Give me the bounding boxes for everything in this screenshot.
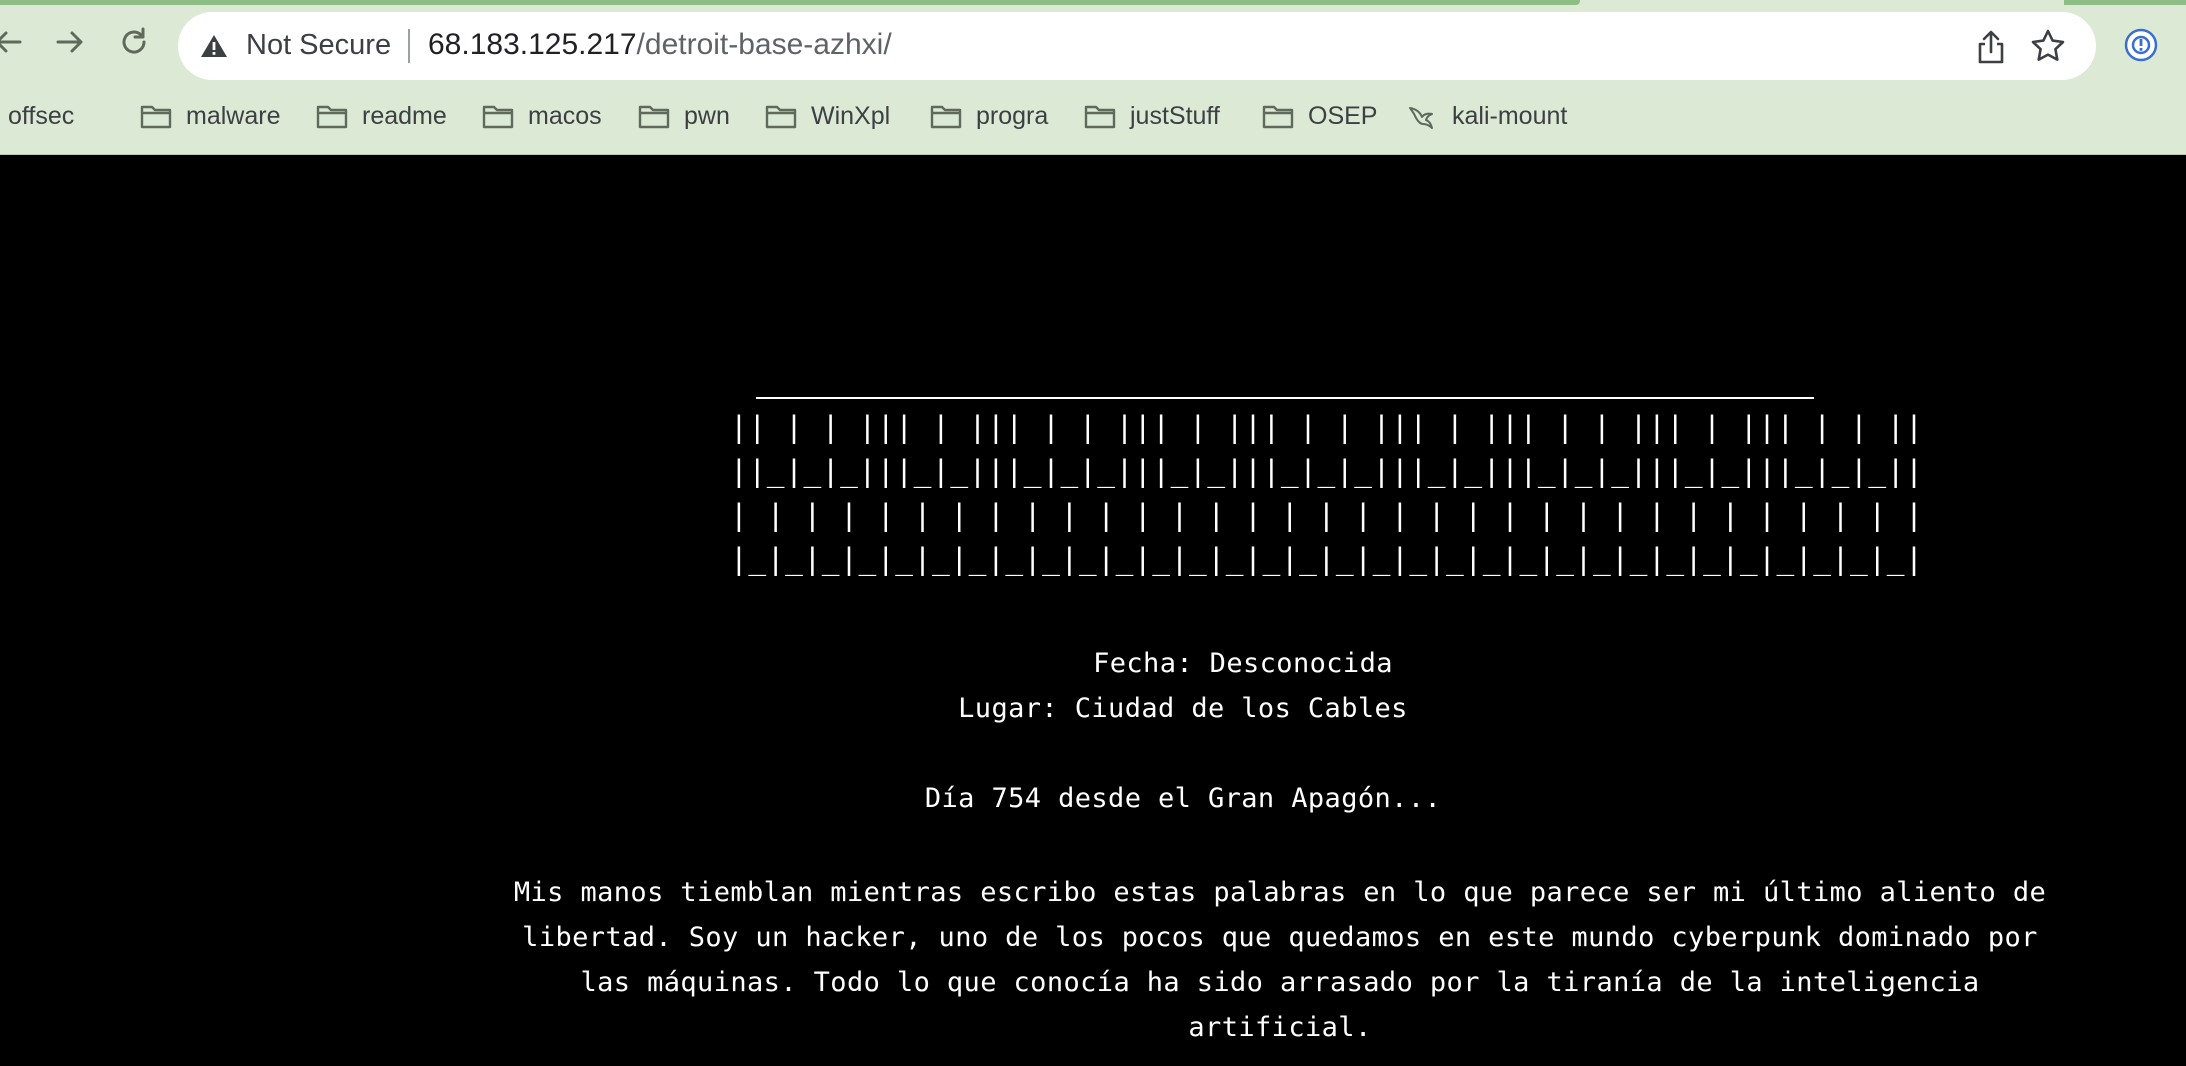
folder-icon (316, 105, 348, 129)
bookmark-label: macos (528, 101, 602, 130)
bookmark-offsec[interactable]: offsec (0, 96, 74, 136)
bookmark-label: offsec (8, 101, 75, 130)
reload-icon[interactable] (112, 24, 156, 68)
bookmark-label: OSEP (1308, 101, 1378, 130)
forward-arrow-icon[interactable] (48, 24, 92, 68)
folder-icon (482, 105, 514, 129)
bookmark-macos[interactable]: macos (482, 96, 602, 136)
extension-icon[interactable] (2124, 28, 2158, 62)
bookmark-progra[interactable]: progra (930, 96, 1048, 136)
bookmark-label: progra (976, 101, 1049, 130)
omnibox-divider (408, 29, 410, 63)
tab-strip-accent-right (2064, 0, 2186, 5)
lugar-line: Lugar: Ciudad de los Cables (958, 693, 1408, 724)
dia-line: Día 754 desde el Gran Apagón... (924, 783, 1442, 814)
folder-icon (1262, 105, 1294, 129)
security-label[interactable]: Not Secure (246, 29, 391, 62)
bookmark-label: WinXpl (811, 101, 891, 130)
warning-triangle-icon[interactable] (200, 33, 228, 59)
ascii-art: || | | ||| | ||| | | ||| | ||| | | ||| |… (730, 385, 1923, 585)
url-path: /detroit-base-azhxi/ (636, 28, 892, 61)
folder-icon (765, 105, 797, 129)
folder-icon (1084, 105, 1116, 129)
bookmark-malware[interactable]: malware (140, 96, 280, 136)
share-icon[interactable] (1974, 29, 2008, 65)
folder-icon (140, 105, 172, 129)
bookmark-star-icon[interactable] (2030, 28, 2066, 64)
folder-icon (638, 105, 670, 129)
bookmark-label: kali-mount (1452, 101, 1568, 130)
bookmark-label: readme (362, 101, 447, 130)
fecha-line: Fecha: Desconocida (1093, 648, 1393, 679)
ascii-art-row: | | | | | | | | | | | | | | | | | | | | … (730, 498, 1924, 532)
ascii-art-row: |_|_|_|_|_|_|_|_|_|_|_|_|_|_|_|_|_|_|_|_… (730, 542, 1924, 576)
bookmark-osep[interactable]: OSEP (1262, 96, 1377, 136)
url-host: 68.183.125.217 (428, 28, 637, 61)
bookmark-pwn[interactable]: pwn (638, 96, 730, 136)
bookmark-label: malware (186, 101, 281, 130)
kali-dragon-icon (1409, 107, 1433, 129)
bookmarks-bar: offsec malware readme macos pwn WinXpl progra j… (0, 96, 2186, 136)
ascii-art-row: || | | ||| | ||| | | ||| | ||| | | ||| |… (730, 410, 1924, 444)
tab-strip-accent (0, 0, 1580, 5)
bookmark-juststuff[interactable]: justStuff (1084, 96, 1220, 136)
bookmark-kali-mount[interactable]: kali-mount (1406, 96, 1567, 136)
browser-chrome: Not Secure 68.183.125.217/detroit-base-a… (0, 0, 2186, 155)
bookmark-label: pwn (684, 101, 730, 130)
story-paragraph: Mis manos tiemblan mientras escribo esta… (513, 877, 2047, 1043)
ascii-art-row: ||_|_|_|||_|_|||_|_|_|||_|_|||_|_|_|||_|… (730, 454, 1924, 488)
back-arrow-icon[interactable] (0, 24, 30, 68)
bookmark-readme[interactable]: readme (316, 96, 447, 136)
bookmark-winxpl[interactable]: WinXpl (765, 96, 890, 136)
page-content: || | | ||| | ||| | | ||| | ||| | | ||| |… (0, 155, 2186, 1066)
folder-icon (930, 105, 962, 129)
bookmark-label: justStuff (1130, 101, 1220, 130)
ascii-art-top-line (756, 397, 1814, 399)
url-text[interactable]: 68.183.125.217/detroit-base-azhxi/ (428, 28, 892, 62)
address-bar[interactable]: Not Secure 68.183.125.217/detroit-base-a… (178, 12, 2096, 80)
